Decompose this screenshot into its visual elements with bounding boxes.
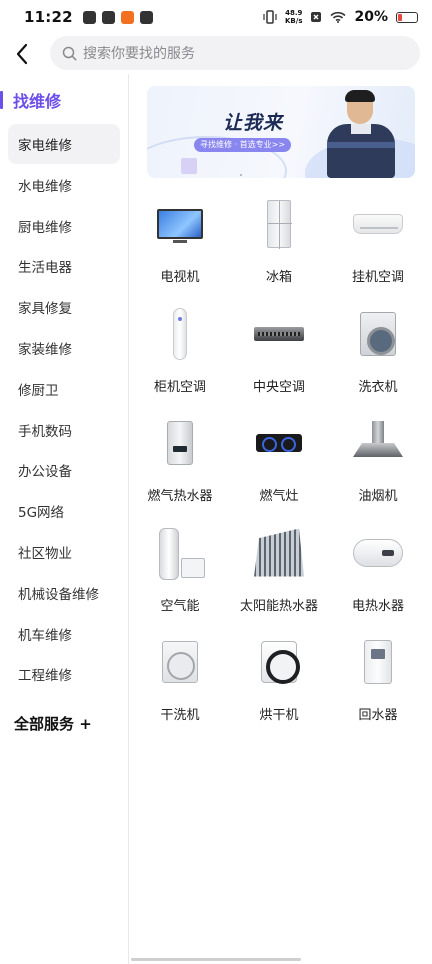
sidebar-title-text: 找维修 xyxy=(13,92,62,111)
central-ac-icon xyxy=(254,306,304,362)
title-accent-bar xyxy=(0,91,3,109)
chevron-left-icon xyxy=(16,43,28,65)
service-item[interactable]: 电视机 xyxy=(131,190,229,290)
service-item[interactable]: 洗衣机 xyxy=(329,300,427,400)
sidebar-item[interactable]: 家具修复 xyxy=(8,287,120,327)
home-indicator xyxy=(131,958,301,961)
banner-title: 让我来 xyxy=(223,112,284,134)
dryer-icon xyxy=(254,634,304,690)
sidebar-item[interactable]: 办公设备 xyxy=(8,450,120,490)
sidebar-item[interactable]: 家电维修 xyxy=(8,124,120,164)
shop-notification-icon xyxy=(120,10,134,24)
battery-icon xyxy=(396,11,418,23)
water-return-device-icon xyxy=(353,634,403,690)
range-hood-icon xyxy=(353,415,403,471)
network-speed-unit: KB/s xyxy=(285,17,303,25)
service-label: 烘干机 xyxy=(259,708,299,723)
electric-water-heater-icon xyxy=(353,525,403,581)
service-label: 柜机空调 xyxy=(153,379,206,395)
battery-percent: 20% xyxy=(354,9,388,25)
service-label: 燃气灶 xyxy=(259,489,299,504)
service-item[interactable]: 回水器 xyxy=(329,628,427,728)
notification-icons xyxy=(82,10,153,24)
banner-dot xyxy=(240,174,242,176)
service-item[interactable]: 油烟机 xyxy=(329,409,427,509)
header: 搜索你要找的服务 xyxy=(0,34,432,74)
service-label: 空气能 xyxy=(160,598,200,614)
solar-water-heater-icon xyxy=(254,525,304,581)
gallery-notification-icon xyxy=(82,10,96,24)
sidebar-divider xyxy=(128,74,129,964)
gas-stove-icon xyxy=(254,415,304,471)
service-item[interactable]: 柜机空调 xyxy=(131,300,229,400)
tv-icon xyxy=(155,196,205,252)
service-label: 电热水器 xyxy=(351,598,404,614)
service-item[interactable]: 空气能 xyxy=(131,519,229,619)
promo-banner[interactable]: 让我来 寻找维修 · 首选专业>> xyxy=(147,86,415,178)
wall-ac-icon xyxy=(353,196,403,252)
sidebar-item[interactable]: 工程维修 xyxy=(8,654,120,694)
search-input[interactable]: 搜索你要找的服务 xyxy=(50,36,420,70)
service-label: 太阳能热水器 xyxy=(239,598,318,614)
mail-notification-icon xyxy=(139,10,153,24)
battery-level xyxy=(398,13,402,21)
dry-cleaning-machine-icon xyxy=(155,634,205,690)
fridge-icon xyxy=(254,196,304,252)
sidebar-item[interactable]: 厨电维修 xyxy=(8,206,120,246)
service-item[interactable]: 冰箱 xyxy=(230,190,328,290)
sidebar-item[interactable]: 家装维修 xyxy=(8,328,120,368)
service-item[interactable]: 燃气热水器 xyxy=(131,409,229,509)
sidebar-item[interactable]: 修厨卫 xyxy=(8,369,120,409)
sidebar-item[interactable]: 生活电器 xyxy=(8,246,120,286)
service-item[interactable]: 挂机空调 xyxy=(329,190,427,290)
repair-worker-image xyxy=(323,90,399,178)
air-energy-heater-icon xyxy=(155,525,205,581)
network-speed-value: 48.9 xyxy=(285,9,303,17)
back-button[interactable] xyxy=(0,34,44,74)
service-item[interactable]: 电热水器 xyxy=(329,519,427,619)
service-item[interactable]: 烘干机 xyxy=(230,628,328,728)
wifi-icon xyxy=(330,11,347,23)
service-label: 电视机 xyxy=(160,270,200,285)
vibrate-icon xyxy=(263,10,277,24)
service-label: 洗衣机 xyxy=(358,379,398,395)
washer-icon xyxy=(353,306,403,362)
sidebar-item[interactable]: 水电维修 xyxy=(8,165,120,205)
status-bar: 11:22 48.9 KB/s 20% xyxy=(0,0,432,34)
sidebar-item[interactable]: 社区物业 xyxy=(8,532,120,572)
service-label: 回水器 xyxy=(358,708,398,723)
gas-water-heater-icon xyxy=(155,415,205,471)
service-item[interactable]: 干洗机 xyxy=(131,628,229,728)
search-icon xyxy=(62,46,77,60)
service-label: 油烟机 xyxy=(358,489,398,504)
app-notification-icon xyxy=(101,10,115,24)
service-label: 挂机空调 xyxy=(351,270,404,285)
no-sim-icon xyxy=(311,12,322,22)
sidebar-item[interactable]: 机械设备维修 xyxy=(8,573,120,613)
all-services-button[interactable]: 全部服务 + xyxy=(14,713,92,734)
standing-ac-icon xyxy=(155,306,205,362)
service-label: 中央空调 xyxy=(252,379,305,395)
status-time: 11:22 xyxy=(24,8,73,26)
sidebar-item[interactable]: 机车维修 xyxy=(8,614,120,654)
service-item[interactable]: 太阳能热水器 xyxy=(230,519,328,619)
service-label: 干洗机 xyxy=(160,708,200,723)
category-sidebar: 找维修 家电维修 水电维修 厨电维修 生活电器 家具修复 家装维修 修厨卫 手机数码 办公设备 5… xyxy=(0,74,128,964)
banner-subtitle: 寻找维修 · 首选专业>> xyxy=(194,138,292,152)
service-item[interactable]: 燃气灶 xyxy=(230,409,328,509)
status-right: 48.9 KB/s 20% xyxy=(263,9,418,25)
service-label: 冰箱 xyxy=(265,270,292,285)
banner-cube-icon xyxy=(181,158,197,174)
service-label: 燃气热水器 xyxy=(147,489,213,504)
sidebar-title: 找维修 xyxy=(0,88,61,112)
sidebar-item[interactable]: 手机数码 xyxy=(8,410,120,450)
service-item[interactable]: 中央空调 xyxy=(230,300,328,400)
sidebar-item[interactable]: 5G网络 xyxy=(8,491,120,531)
network-speed: 48.9 KB/s xyxy=(285,9,302,25)
search-placeholder: 搜索你要找的服务 xyxy=(83,46,195,62)
